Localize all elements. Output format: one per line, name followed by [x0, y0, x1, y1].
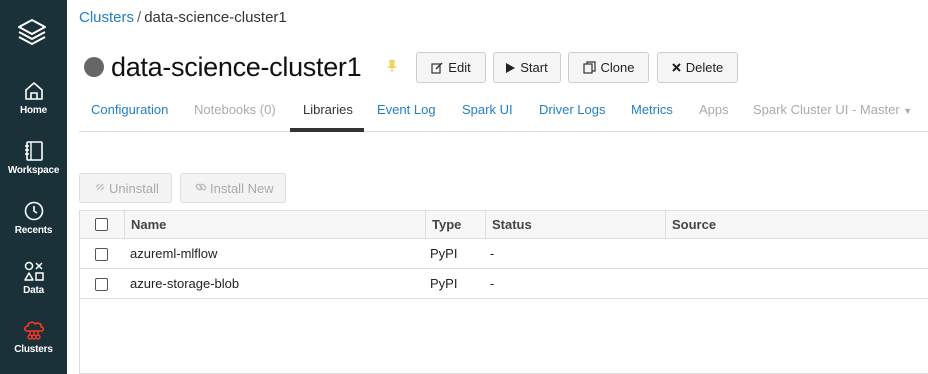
column-header-source[interactable]: Source — [665, 211, 928, 239]
sidebar: Home Workspace Recents Data Clusters — [0, 0, 67, 374]
table-header: Name Type Status Source — [80, 211, 928, 239]
tab-driver-logs[interactable]: Driver Logs — [539, 102, 605, 117]
breadcrumb-clusters-link[interactable]: Clusters — [79, 9, 134, 26]
table-row[interactable]: azure-storage-blob PyPI - — [80, 269, 928, 299]
sidebar-item-label: Home — [20, 105, 47, 116]
page-title: data-science-cluster1 — [111, 51, 362, 82]
row-checkbox[interactable] — [95, 278, 108, 291]
caret-down-icon: ▼ — [903, 106, 913, 116]
column-header-type[interactable]: Type — [425, 211, 486, 239]
edit-icon — [431, 62, 443, 74]
column-header-name[interactable]: Name — [124, 211, 426, 239]
clock-icon — [0, 200, 67, 222]
close-icon — [671, 63, 681, 72]
data-icon — [0, 260, 67, 282]
delete-button-label: Delete — [685, 60, 724, 75]
install-new-button[interactable]: Install New — [180, 173, 286, 203]
column-header-status[interactable]: Status — [485, 211, 665, 239]
pin-icon[interactable] — [386, 59, 398, 78]
clone-button-label: Clone — [600, 60, 635, 75]
sidebar-item-home[interactable]: Home — [0, 80, 67, 136]
start-button-label: Start — [520, 60, 548, 75]
edit-button[interactable]: Edit — [416, 52, 486, 83]
sidebar-item-label: Data — [23, 285, 44, 296]
uninstall-button[interactable]: Uninstall — [79, 173, 172, 203]
databricks-logo-icon[interactable] — [16, 16, 48, 48]
sidebar-item-recents[interactable]: Recents — [0, 200, 67, 256]
page-header: data-science-cluster1 — [84, 50, 362, 84]
sidebar-item-label: Clusters — [14, 344, 53, 355]
library-status: - — [490, 276, 495, 291]
libraries-table: Name Type Status Source azureml-mlflow P… — [79, 210, 928, 374]
install-new-button-label: Install New — [210, 180, 274, 196]
sidebar-item-label: Recents — [14, 225, 53, 236]
delete-button[interactable]: Delete — [657, 52, 738, 83]
tab-notebooks: Notebooks (0) — [194, 102, 276, 117]
cluster-tabs: Configuration Notebooks (0) Libraries Ev… — [79, 92, 928, 132]
clone-button[interactable]: Clone — [568, 52, 649, 83]
tab-configuration[interactable]: Configuration — [91, 102, 168, 117]
library-type: PyPI — [430, 276, 458, 291]
tab-metrics[interactable]: Metrics — [631, 102, 673, 117]
active-tab-indicator — [290, 128, 364, 132]
play-icon — [506, 62, 516, 73]
breadcrumb: Clusters / data-science-cluster1 — [79, 9, 287, 26]
table-row[interactable]: azureml-mlflow PyPI - — [80, 239, 928, 269]
breadcrumb-separator: / — [137, 9, 142, 26]
sidebar-item-label: Workspace — [7, 165, 60, 176]
library-status: - — [490, 246, 495, 261]
tab-spark-ui[interactable]: Spark UI — [462, 102, 513, 117]
uninstall-button-label: Uninstall — [109, 180, 159, 196]
start-button[interactable]: Start — [493, 52, 561, 83]
library-name: azureml-mlflow — [130, 246, 218, 261]
sidebar-item-clusters[interactable]: Clusters — [0, 319, 67, 374]
tab-apps: Apps — [699, 102, 729, 117]
tab-label: Spark Cluster UI - Master — [753, 102, 900, 117]
edit-button-label: Edit — [448, 60, 471, 75]
home-icon — [0, 80, 67, 102]
breadcrumb-current: data-science-cluster1 — [144, 9, 287, 26]
workspace-icon — [0, 140, 67, 162]
link-icon — [195, 181, 207, 196]
row-checkbox[interactable] — [95, 248, 108, 261]
tab-spark-cluster-ui[interactable]: Spark Cluster UI - Master ▼ — [753, 102, 912, 117]
cluster-status-icon — [84, 57, 104, 77]
library-name: azure-storage-blob — [130, 276, 240, 291]
sidebar-item-data[interactable]: Data — [0, 260, 67, 316]
library-type: PyPI — [430, 246, 458, 261]
clone-icon — [582, 61, 596, 74]
tab-libraries[interactable]: Libraries — [303, 102, 353, 117]
sidebar-item-workspace[interactable]: Workspace — [0, 140, 67, 196]
tab-event-log[interactable]: Event Log — [377, 102, 436, 117]
unlink-icon — [94, 181, 106, 196]
select-all-checkbox[interactable] — [95, 218, 108, 231]
cluster-icon — [0, 319, 67, 341]
